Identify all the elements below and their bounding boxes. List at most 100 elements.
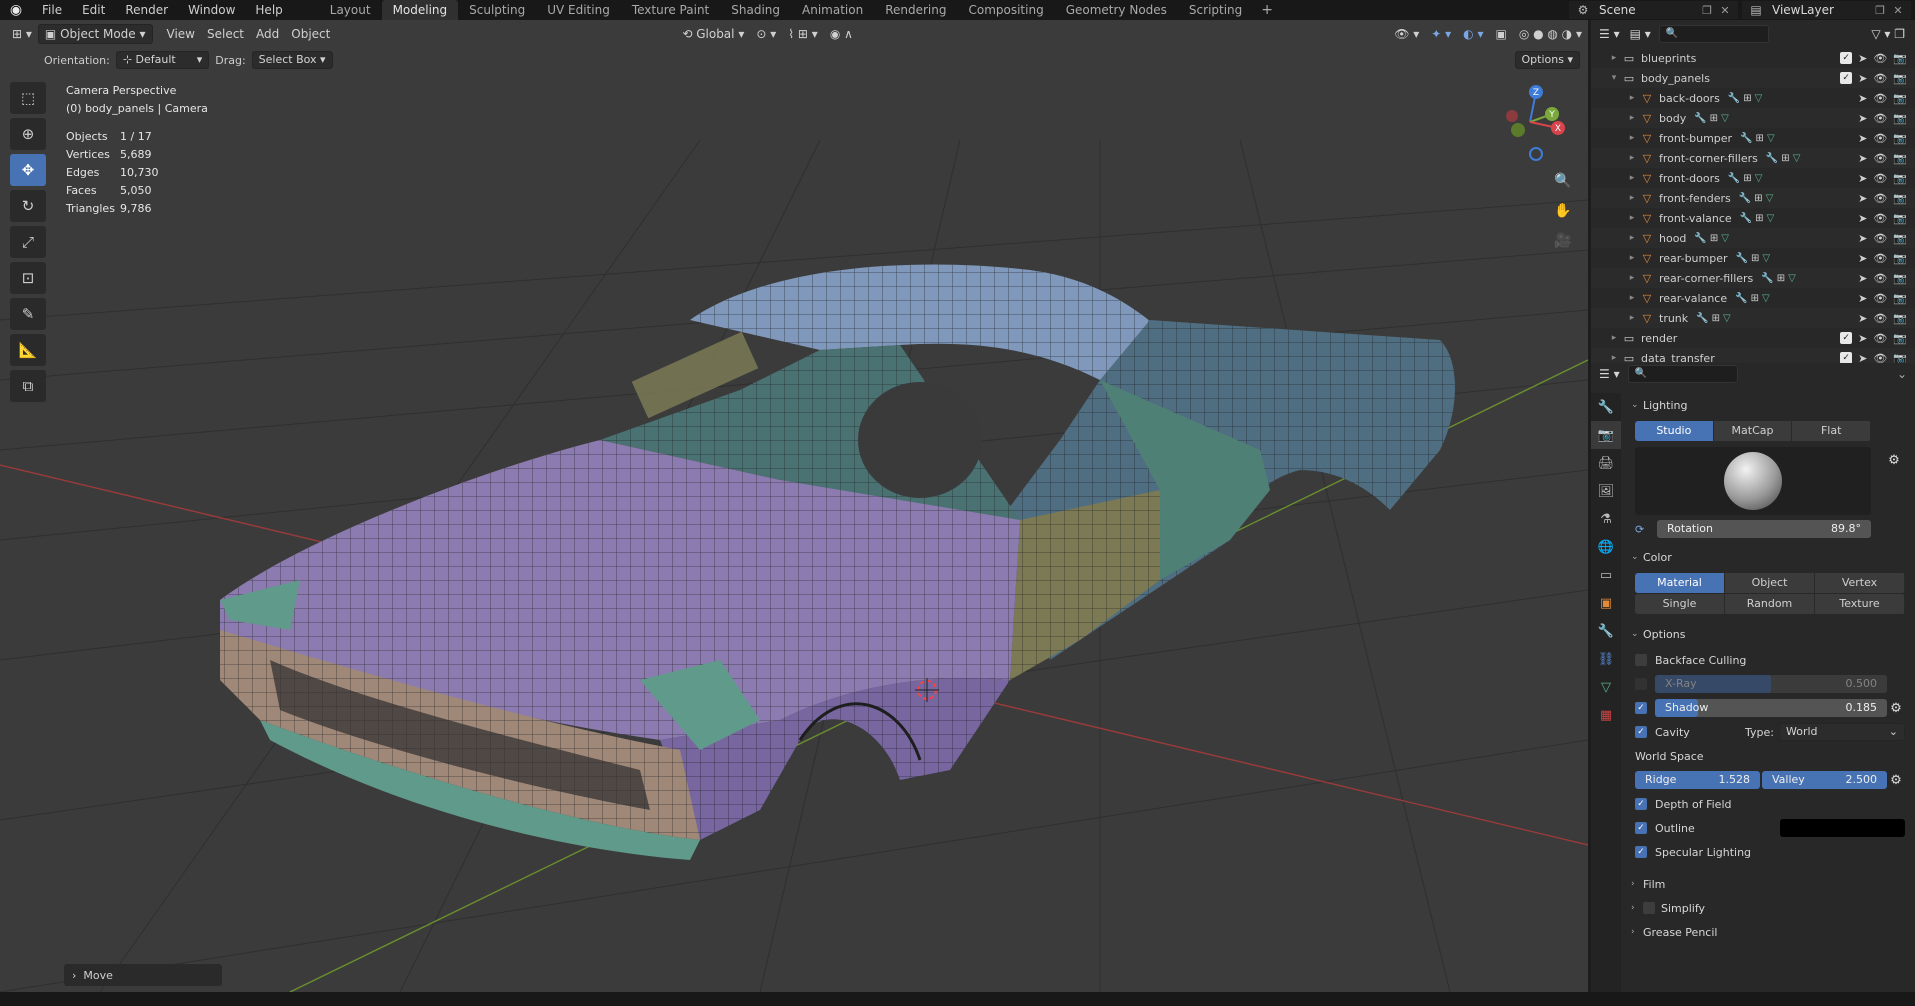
modifier-icon[interactable]: 🔧 bbox=[1696, 313, 1708, 324]
annotate-tool[interactable]: ✎ bbox=[10, 298, 46, 330]
valley-slider[interactable]: Valley 2.500 bbox=[1762, 771, 1887, 789]
expand-toggle-icon[interactable]: ▾ bbox=[1607, 73, 1621, 83]
studio-light-preview[interactable] bbox=[1635, 447, 1871, 515]
color-single-button[interactable]: Single bbox=[1635, 594, 1725, 614]
exclude-checkbox[interactable]: ✓ bbox=[1840, 71, 1853, 84]
orientation-dropdown[interactable]: ⊹ Default ▾ bbox=[115, 51, 210, 69]
expand-toggle-icon[interactable]: ▸ bbox=[1607, 333, 1621, 343]
mesh-data-icon[interactable]: ⊞ bbox=[1751, 253, 1759, 264]
vertex-group-icon[interactable]: ▽ bbox=[1721, 113, 1729, 124]
gizmo-neg-y[interactable] bbox=[1511, 123, 1525, 137]
eye-icon[interactable]: 👁 bbox=[1873, 212, 1887, 225]
visibility-icon[interactable]: 👁 ▾ bbox=[1388, 24, 1425, 44]
lighting-panel-header[interactable]: ⌄ Lighting bbox=[1627, 393, 1909, 417]
modifier-icon[interactable]: 🔧 bbox=[1728, 93, 1740, 104]
select-toggle-icon[interactable]: ➤ bbox=[1858, 252, 1867, 265]
expand-toggle-icon[interactable]: ▸ bbox=[1625, 293, 1639, 303]
filter-icon[interactable]: ▽ ▾ ❐ bbox=[1871, 27, 1905, 41]
outliner-item-name[interactable]: front-corner-fillers bbox=[1655, 152, 1758, 165]
lighting-studio-button[interactable]: Studio bbox=[1635, 421, 1714, 441]
gizmo-toggle-icon[interactable]: ✦ ▾ bbox=[1425, 24, 1457, 44]
chevron-down-icon[interactable]: ⌄ bbox=[1897, 367, 1907, 381]
lighting-flat-button[interactable]: Flat bbox=[1792, 421, 1871, 441]
gizmo-neg-z[interactable] bbox=[1529, 147, 1543, 161]
mesh-data-icon[interactable]: ⊞ bbox=[1756, 133, 1764, 144]
add-cube-tool[interactable]: ⧉ bbox=[10, 370, 46, 402]
color-panel-header[interactable]: ⌄ Color bbox=[1627, 545, 1909, 569]
vertex-group-icon[interactable]: ▽ bbox=[1762, 293, 1770, 304]
editor-type-icon[interactable]: ⊞ ▾ bbox=[6, 24, 38, 44]
world-tab-icon[interactable]: 🌐 bbox=[1591, 533, 1621, 561]
mesh-data-icon[interactable]: ⊞ bbox=[1751, 293, 1759, 304]
outliner-item-name[interactable]: front-fenders bbox=[1655, 192, 1731, 205]
eye-icon[interactable]: 👁 bbox=[1873, 132, 1887, 145]
transform-orientation-dropdown[interactable]: ⟲ Global ▾ bbox=[676, 24, 750, 44]
overlay-toggle-icon[interactable]: ◐ ▾ bbox=[1457, 24, 1489, 44]
add-menu[interactable]: Add bbox=[250, 24, 285, 44]
outliner-row[interactable]: ▸ ▽ front-fenders 🔧 ⊞ ▽ ➤ 👁 📷 bbox=[1591, 188, 1915, 208]
modifiers-tab-icon[interactable]: 🔧 bbox=[1591, 617, 1621, 645]
outliner-item-name[interactable]: front-valance bbox=[1655, 212, 1732, 225]
backface-culling-checkbox[interactable] bbox=[1635, 654, 1647, 666]
mesh-data-icon[interactable]: ⊞ bbox=[1710, 233, 1718, 244]
eye-icon[interactable]: 👁 bbox=[1873, 332, 1887, 345]
outliner-item-name[interactable]: trunk bbox=[1655, 312, 1688, 325]
outliner-item-name[interactable]: hood bbox=[1655, 232, 1686, 245]
gizmo-neg-x[interactable] bbox=[1506, 110, 1518, 122]
view-layer-name[interactable]: ViewLayer bbox=[1766, 3, 1871, 17]
select-toggle-icon[interactable]: ➤ bbox=[1858, 92, 1867, 105]
outliner-item-name[interactable]: blueprints bbox=[1637, 52, 1696, 65]
data-tab-icon[interactable]: ▽ bbox=[1591, 673, 1621, 701]
copy-scene-icon[interactable]: ❐ bbox=[1698, 4, 1716, 17]
render-toggle-icon[interactable]: 📷 bbox=[1893, 52, 1907, 65]
select-toggle-icon[interactable]: ➤ bbox=[1858, 72, 1867, 85]
mesh-data-icon[interactable]: ⊞ bbox=[1712, 313, 1720, 324]
scene-tab-icon[interactable]: ⚗ bbox=[1591, 505, 1621, 533]
scene-selector[interactable]: ⚙ Scene ❐ ✕ bbox=[1569, 1, 1738, 19]
modifier-icon[interactable]: 🔧 bbox=[1761, 273, 1773, 284]
outliner-row[interactable]: ▸ ▽ rear-bumper 🔧 ⊞ ▽ ➤ 👁 📷 bbox=[1591, 248, 1915, 268]
render-toggle-icon[interactable]: 📷 bbox=[1893, 232, 1907, 245]
render-toggle-icon[interactable]: 📷 bbox=[1893, 252, 1907, 265]
last-operator-panel[interactable]: › Move bbox=[64, 964, 222, 986]
select-toggle-icon[interactable]: ➤ bbox=[1858, 272, 1867, 285]
expand-toggle-icon[interactable]: ▸ bbox=[1625, 133, 1639, 143]
outliner-row[interactable]: ▸ ▽ body 🔧 ⊞ ▽ ➤ 👁 📷 bbox=[1591, 108, 1915, 128]
select-toggle-icon[interactable]: ➤ bbox=[1858, 132, 1867, 145]
render-toggle-icon[interactable]: 📷 bbox=[1893, 72, 1907, 85]
outline-color-swatch[interactable] bbox=[1780, 819, 1905, 837]
viewport-canvas[interactable] bbox=[0, 20, 1588, 992]
scene-name[interactable]: Scene bbox=[1593, 3, 1698, 17]
outliner-item-name[interactable]: body bbox=[1655, 112, 1686, 125]
outliner-item-name[interactable]: body_panels bbox=[1637, 72, 1710, 85]
vertex-group-icon[interactable]: ▽ bbox=[1767, 133, 1775, 144]
view-layer-selector[interactable]: ▤ ViewLayer ❐ ✕ bbox=[1742, 1, 1911, 19]
vertex-group-icon[interactable]: ▽ bbox=[1755, 173, 1763, 184]
menu-window[interactable]: Window bbox=[178, 0, 245, 20]
render-toggle-icon[interactable]: 📷 bbox=[1893, 292, 1907, 305]
select-toggle-icon[interactable]: ➤ bbox=[1858, 192, 1867, 205]
options-dropdown[interactable]: Options ▾ bbox=[1514, 51, 1580, 69]
mesh-data-icon[interactable]: ⊞ bbox=[1743, 173, 1751, 184]
ridge-slider[interactable]: Ridge 1.528 bbox=[1635, 771, 1760, 789]
dof-checkbox[interactable]: ✓ bbox=[1635, 798, 1647, 810]
measure-tool[interactable]: 📐 bbox=[10, 334, 46, 366]
modifier-icon[interactable]: 🔧 bbox=[1740, 213, 1752, 224]
mesh-data-icon[interactable]: ⊞ bbox=[1755, 213, 1763, 224]
world-space-lighting-icon[interactable]: ⟳ bbox=[1635, 523, 1657, 536]
render-toggle-icon[interactable]: 📷 bbox=[1893, 112, 1907, 125]
specular-row[interactable]: ✓ Specular Lighting bbox=[1635, 842, 1905, 862]
expand-toggle-icon[interactable]: ▸ bbox=[1625, 173, 1639, 183]
expand-toggle-icon[interactable]: ▸ bbox=[1625, 193, 1639, 203]
shadow-checkbox[interactable]: ✓ bbox=[1635, 702, 1647, 714]
render-toggle-icon[interactable]: 📷 bbox=[1893, 312, 1907, 325]
vertex-group-icon[interactable]: ▽ bbox=[1762, 253, 1770, 264]
pan-hand-icon[interactable]: ✋ bbox=[1550, 198, 1576, 224]
mesh-data-icon[interactable]: ⊞ bbox=[1754, 193, 1762, 204]
simplify-panel-header[interactable]: › Simplify bbox=[1627, 896, 1909, 920]
modifier-icon[interactable]: 🔧 bbox=[1694, 233, 1706, 244]
tab-modeling[interactable]: Modeling bbox=[381, 0, 459, 20]
eye-icon[interactable]: 👁 bbox=[1873, 72, 1887, 85]
add-workspace-icon[interactable]: + bbox=[1253, 0, 1281, 20]
render-tab-icon[interactable]: 📷 bbox=[1591, 421, 1621, 449]
